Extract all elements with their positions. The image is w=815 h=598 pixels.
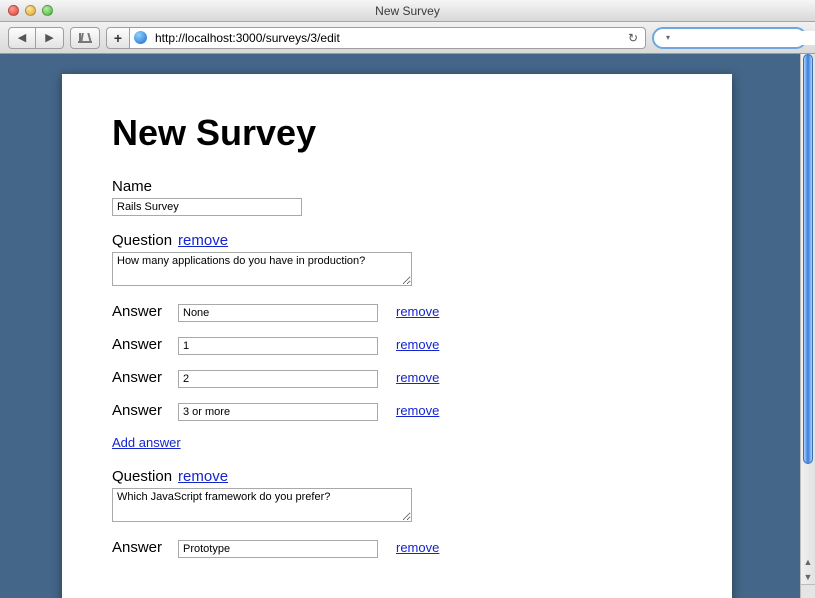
vertical-scrollbar[interactable]: ▲ ▼ — [800, 54, 815, 584]
answer-label: Answer — [112, 539, 168, 556]
answer-label: Answer — [112, 369, 168, 386]
add-answer-link[interactable]: Add answer — [112, 435, 181, 450]
search-bar[interactable]: ▾ — [652, 27, 807, 49]
answer-row: Answer remove — [112, 303, 682, 322]
answer-label: Answer — [112, 336, 168, 353]
scrollbar-thumb[interactable] — [803, 54, 813, 464]
window-titlebar: New Survey — [0, 0, 815, 22]
answer-input[interactable] — [178, 304, 378, 322]
forward-button[interactable]: ▶ — [36, 27, 64, 49]
question-block: Question remove How many applications do… — [112, 232, 682, 289]
resize-corner[interactable] — [800, 584, 815, 598]
page-card: New Survey Name Question remove How many… — [62, 74, 732, 598]
answer-input[interactable] — [178, 403, 378, 421]
question-remove-link[interactable]: remove — [178, 468, 228, 485]
survey-name-label: Name — [112, 178, 152, 195]
plus-icon: + — [114, 30, 122, 46]
survey-name-field: Name — [112, 178, 682, 216]
window-title: New Survey — [0, 4, 815, 18]
question-text-input[interactable]: Which JavaScript framework do you prefer… — [112, 488, 412, 522]
browser-toolbar: ◀ ▶ + ↻ ▾ — [0, 22, 815, 54]
page-title: New Survey — [112, 112, 682, 154]
question-remove-link[interactable]: remove — [178, 232, 228, 249]
answer-remove-link[interactable]: remove — [396, 337, 439, 352]
answer-row: Answer remove — [112, 336, 682, 355]
forward-icon: ▶ — [45, 31, 53, 44]
browser-viewport: New Survey Name Question remove How many… — [0, 54, 815, 598]
question-label: Question — [112, 232, 172, 249]
search-input[interactable] — [674, 31, 815, 45]
search-engine-chevron-icon: ▾ — [666, 33, 670, 42]
nav-buttons: ◀ ▶ — [8, 27, 64, 49]
reload-button[interactable]: ↻ — [625, 31, 641, 45]
back-icon: ◀ — [18, 31, 26, 44]
url-bar[interactable]: ↻ — [130, 27, 646, 49]
bookmarks-icon — [77, 32, 93, 44]
scrollbar-track[interactable] — [801, 54, 815, 554]
answer-row: Answer remove — [112, 402, 682, 421]
scroll-up-button[interactable]: ▲ — [801, 554, 815, 569]
answer-row: Answer remove — [112, 369, 682, 388]
answer-label: Answer — [112, 303, 168, 320]
question-block: Question remove Which JavaScript framewo… — [112, 468, 682, 525]
answer-remove-link[interactable]: remove — [396, 370, 439, 385]
answer-input[interactable] — [178, 540, 378, 558]
site-favicon-icon — [134, 31, 147, 44]
answer-input[interactable] — [178, 370, 378, 388]
url-input[interactable] — [153, 30, 619, 46]
scroll-down-button[interactable]: ▼ — [801, 569, 815, 584]
question-label: Question — [112, 468, 172, 485]
question-text-input[interactable]: How many applications do you have in pro… — [112, 252, 412, 286]
answer-row: Answer remove — [112, 539, 682, 558]
bookmarks-button[interactable] — [70, 27, 100, 49]
back-button[interactable]: ◀ — [8, 27, 36, 49]
answer-label: Answer — [112, 402, 168, 419]
answer-input[interactable] — [178, 337, 378, 355]
survey-name-input[interactable] — [112, 198, 302, 216]
answer-remove-link[interactable]: remove — [396, 540, 439, 555]
answer-remove-link[interactable]: remove — [396, 304, 439, 319]
answer-remove-link[interactable]: remove — [396, 403, 439, 418]
add-bookmark-button[interactable]: + — [106, 27, 130, 49]
